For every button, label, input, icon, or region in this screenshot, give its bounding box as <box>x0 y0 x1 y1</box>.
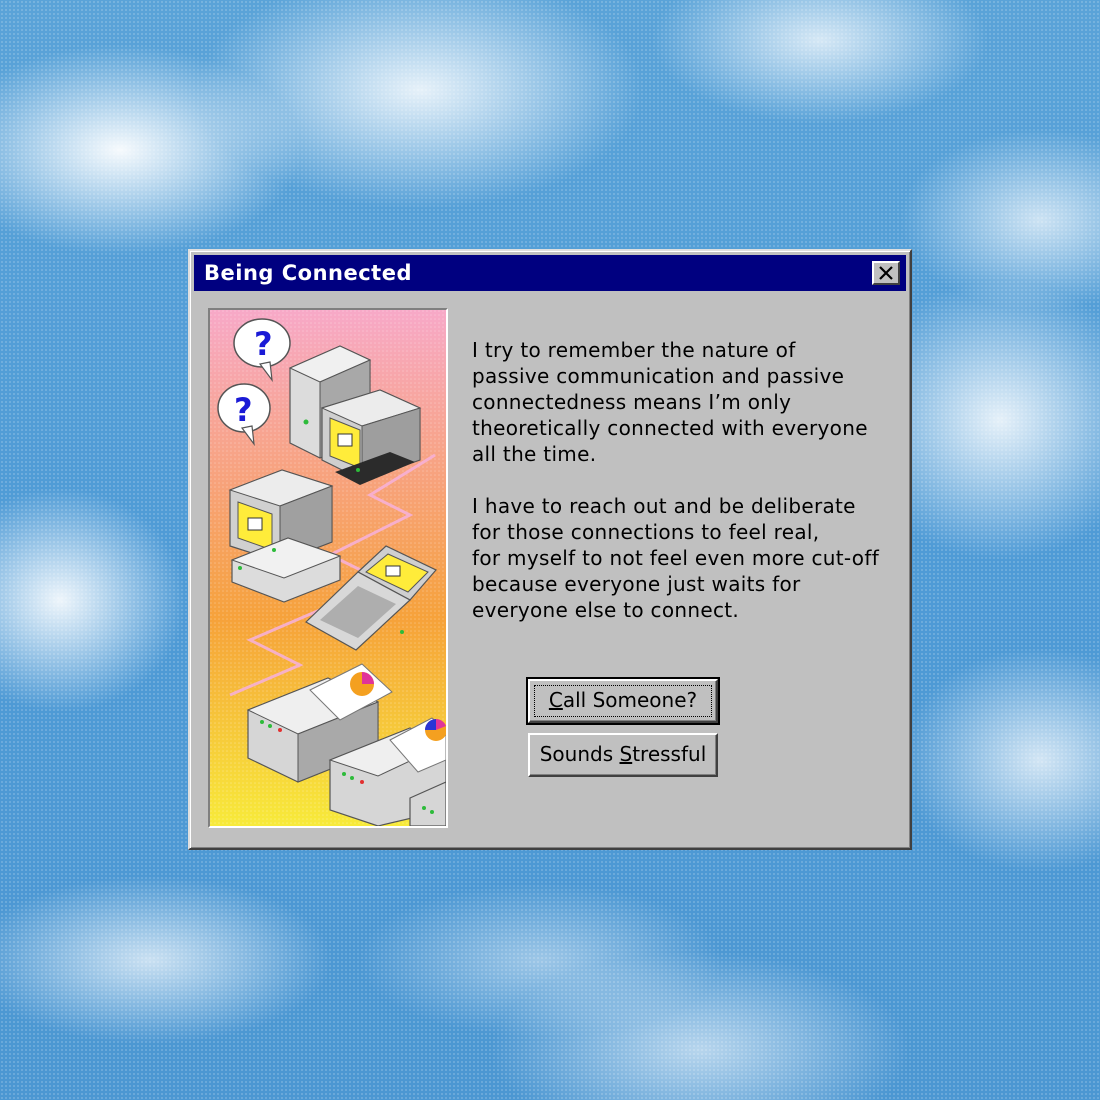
message-text: I try to remember the nature of passive … <box>472 337 902 623</box>
window-title: Being Connected <box>204 261 412 285</box>
focus-ring <box>534 685 712 717</box>
svg-text:?: ? <box>234 391 253 429</box>
title-bar[interactable]: Being Connected <box>194 255 906 291</box>
close-icon <box>879 266 893 280</box>
network-illustration: ? ? <box>208 308 448 828</box>
dialog-window: Being Connected ? ? I try to remember th… <box>188 249 912 850</box>
button-label: tressful <box>632 742 707 766</box>
desktop-computer-icon <box>228 469 342 603</box>
message-paragraph: I have to reach out and be deliberate fo… <box>472 494 880 622</box>
button-mnemonic: S <box>619 742 633 766</box>
message-paragraph: I try to remember the nature of passive … <box>472 338 868 466</box>
close-button[interactable] <box>872 261 900 285</box>
button-label: Sounds <box>539 742 620 766</box>
call-someone-button[interactable]: Call Someone? <box>526 677 720 725</box>
svg-text:?: ? <box>254 325 273 363</box>
sounds-stressful-button[interactable]: Sounds Stressful <box>528 733 718 777</box>
